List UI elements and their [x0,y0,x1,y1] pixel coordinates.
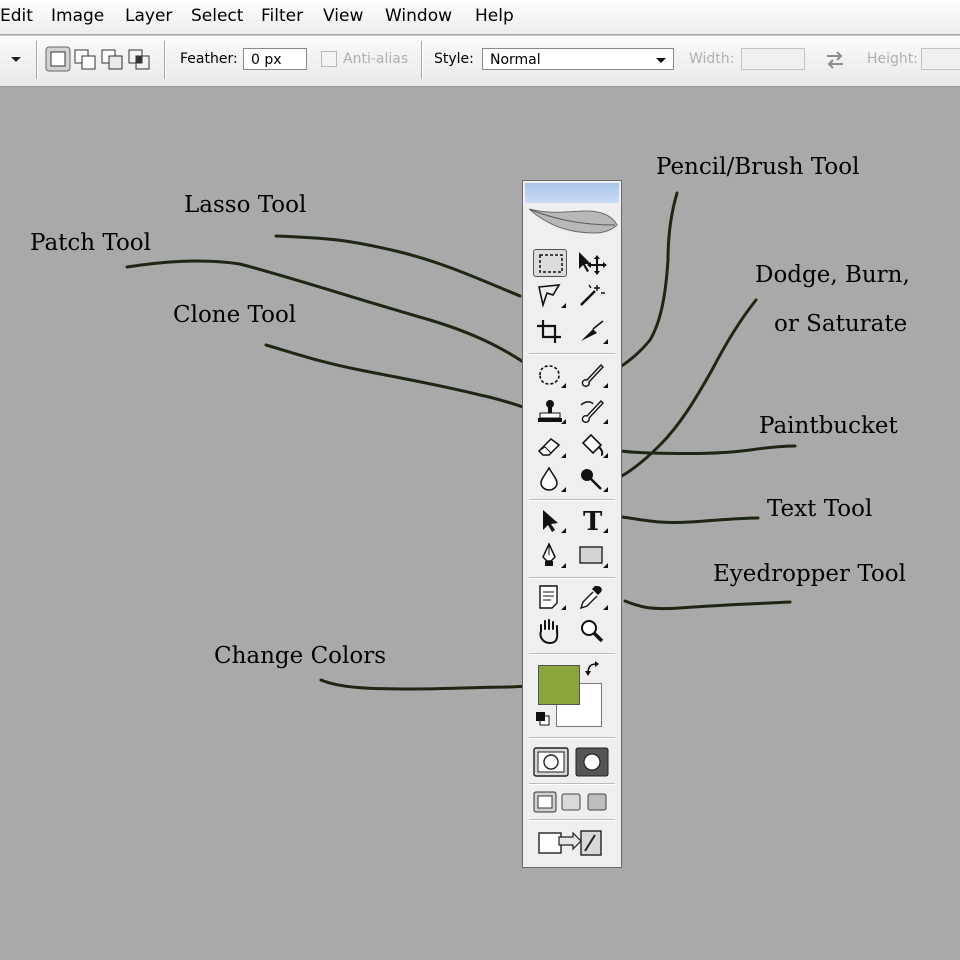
eyedropper-annotation: Eyedropper Tool [713,561,906,587]
default-colors-icon[interactable] [535,711,551,727]
quick-mask-icon [575,747,609,777]
toolbox-title-bar[interactable] [525,183,619,203]
hand-tool[interactable] [533,617,567,645]
eyedropper-tool[interactable] [575,583,609,611]
standard-mode-button[interactable] [533,747,569,777]
rectangular-marquee-icon [539,254,563,273]
feather-logo-icon [528,208,618,234]
change-colors-leader-line [319,678,550,691]
quick-mask-mode-button[interactable] [575,747,611,777]
toolbox-panel: T [522,180,622,868]
path-selection-tool[interactable] [533,506,567,534]
notes-tool[interactable] [533,583,567,611]
toolbox-separator [529,353,615,355]
tool-flyout-indicator [561,303,566,308]
lasso-leader-line [274,234,522,298]
pen-tool[interactable] [533,541,567,569]
tool-flyout-indicator [561,605,566,610]
tool-flyout-indicator [561,383,566,388]
full-screen-mode-icon[interactable] [587,793,607,811]
patch-annotation: Patch Tool [30,230,152,256]
move-tool[interactable] [575,249,609,277]
standard-mode-icon [533,747,569,777]
magic-wand-tool[interactable] [575,281,609,309]
switch-colors-icon[interactable] [585,661,603,679]
crop-icon [537,320,561,343]
eraser-tool[interactable] [533,431,567,459]
tool-flyout-indicator [603,605,608,610]
clone-leader-line [264,343,540,414]
tool-flyout-indicator [603,487,608,492]
standard-screen-mode-icon[interactable] [533,791,557,813]
crop-tool[interactable] [533,317,567,345]
toolbox-separator [529,819,615,821]
history-brush-tool[interactable] [575,397,609,425]
tool-flyout-indicator [561,419,566,424]
move-icon [579,252,607,275]
rectangle-shape-tool[interactable] [575,541,609,569]
tool-flyout-indicator [603,528,608,533]
tool-flyout-indicator [603,453,608,458]
full-screen-menu-mode-icon[interactable] [561,793,581,811]
zoom-icon [581,620,604,643]
lasso-annotation: Lasso Tool [184,192,307,218]
rectangular-marquee-tool[interactable] [533,249,567,277]
jump-to-imageready-icon[interactable] [537,827,603,857]
zoom-tool[interactable] [575,617,609,645]
eyedropper-leader-line [623,599,792,611]
tool-flyout-indicator [561,563,566,568]
dodge-tool[interactable] [575,465,609,493]
healing-patch-tool[interactable] [533,361,567,389]
dodge-annotation-line1: Dodge, Burn, [755,262,910,288]
annotation-leader-lines [125,191,797,691]
type-tool-glyph: T [583,507,603,534]
paintbucket-annotation: Paintbucket [759,413,898,439]
toolbox-separator [529,783,615,785]
tool-flyout-indicator [561,528,566,533]
text-annotation: Text Tool [767,496,873,522]
tool-flyout-indicator [561,453,566,458]
tool-flyout-indicator [603,563,608,568]
clone-annotation: Clone Tool [173,302,297,328]
slice-tool[interactable] [575,317,609,345]
clone-stamp-tool[interactable] [533,397,567,425]
hand-icon [539,619,559,645]
lasso-tool[interactable] [533,281,567,309]
paint-bucket-tool[interactable] [575,431,609,459]
type-tool[interactable]: T [575,506,609,534]
toolbox-separator [529,499,615,501]
tool-flyout-indicator [603,383,608,388]
dodge-annotation-line2: or Saturate [774,311,908,337]
toolbox-separator [529,577,615,579]
toolbox-separator [529,653,615,655]
foreground-color-swatch[interactable] [538,665,580,705]
brush-tool[interactable] [575,361,609,389]
tool-flyout-indicator [603,419,608,424]
magic-wand-icon [580,284,605,306]
pencil-brush-annotation: Pencil/Brush Tool [656,154,860,180]
blur-tool[interactable] [533,465,567,493]
tool-flyout-indicator [603,339,608,344]
text-leader-line [620,515,760,525]
change-colors-annotation: Change Colors [214,643,387,669]
toolbox-separator [529,737,615,739]
tool-flyout-indicator [561,487,566,492]
